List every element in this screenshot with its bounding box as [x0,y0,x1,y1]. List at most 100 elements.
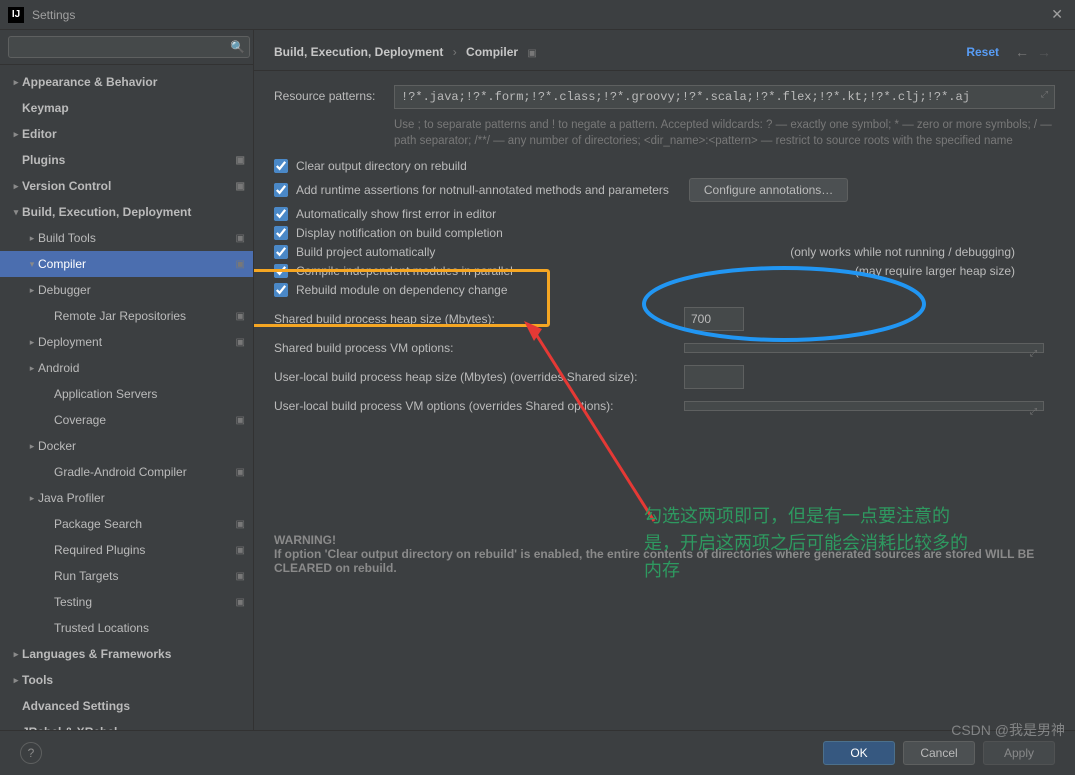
sidebar-item-deployment[interactable]: ▸Deployment▣ [0,329,253,355]
sidebar-item-label: Android [38,361,245,375]
form-area: Resource patterns: !?*.java;!?*.form;!?*… [254,71,1075,730]
sidebar-item-debugger[interactable]: ▸Debugger [0,277,253,303]
compile-parallel-label: Compile independent modules in parallel [296,264,513,278]
user-vm-options-input[interactable]: ⤢ [684,401,1044,411]
sidebar-item-android[interactable]: ▸Android [0,355,253,381]
sidebar-item-label: Run Targets [54,569,236,583]
sidebar-item-label: Coverage [54,413,236,427]
build-automatically-note: (only works while not running / debuggin… [790,245,1015,259]
clear-output-checkbox[interactable] [274,159,288,173]
sidebar-item-label: Build, Execution, Deployment [22,205,245,219]
user-heap-size-input[interactable] [684,365,744,389]
content-panel: Build, Execution, Deployment › Compiler … [254,30,1075,730]
expand-icon[interactable]: ⤢ [1030,406,1037,417]
rebuild-module-checkbox[interactable] [274,283,288,297]
expand-icon[interactable]: ⤢ [1030,348,1037,359]
sidebar-item-package-search[interactable]: Package Search▣ [0,511,253,537]
search-input[interactable] [8,36,250,58]
chevron-icon: ▾ [10,207,22,218]
display-notification-checkbox[interactable] [274,226,288,240]
breadcrumb-part-1: Build, Execution, Deployment [274,45,443,59]
sidebar-item-label: Application Servers [54,387,245,401]
ok-button[interactable]: OK [823,741,895,765]
sidebar-item-label: Testing [54,595,236,609]
sidebar-item-label: Deployment [38,335,236,349]
scope-badge-icon: ▣ [527,48,536,59]
sidebar-item-required-plugins[interactable]: Required Plugins▣ [0,537,253,563]
user-heap-size-label: User-local build process heap size (Mbyt… [274,370,684,384]
clear-output-label: Clear output directory on rebuild [296,159,467,173]
sidebar-item-build-tools[interactable]: ▸Build Tools▣ [0,225,253,251]
vm-options-label: Shared build process VM options: [274,341,684,355]
build-automatically-label: Build project automatically [296,245,435,259]
sidebar-item-tools[interactable]: ▸Tools [0,667,253,693]
sidebar-item-build-execution-deployment[interactable]: ▾Build, Execution, Deployment [0,199,253,225]
runtime-assertions-checkbox[interactable] [274,183,288,197]
display-notification-label: Display notification on build completion [296,226,503,240]
heap-size-input[interactable] [684,307,744,331]
sidebar-item-label: Build Tools [38,231,236,245]
chevron-icon: ▸ [26,233,38,244]
sidebar-item-plugins[interactable]: Plugins▣ [0,147,253,173]
resource-patterns-input[interactable]: !?*.java;!?*.form;!?*.class;!?*.groovy;!… [394,85,1055,109]
sidebar-item-label: Appearance & Behavior [22,75,245,89]
sidebar-item-application-servers[interactable]: Application Servers [0,381,253,407]
sidebar-item-trusted-locations[interactable]: Trusted Locations [0,615,253,641]
resource-help-text: Use ; to separate patterns and ! to nega… [394,117,1055,149]
sidebar-item-compiler[interactable]: ▾Compiler▣ [0,251,253,277]
sidebar-item-gradle-android-compiler[interactable]: Gradle-Android Compiler▣ [0,459,253,485]
apply-button[interactable]: Apply [983,741,1055,765]
sidebar-item-version-control[interactable]: ▸Version Control▣ [0,173,253,199]
sidebar-item-label: Editor [22,127,245,141]
sidebar-item-label: Package Search [54,517,236,531]
configure-annotations-button[interactable]: Configure annotations… [689,178,848,202]
chevron-icon: ▸ [10,77,22,88]
chevron-icon: ▸ [26,285,38,296]
close-icon[interactable]: ✕ [1047,6,1067,23]
scope-badge-icon: ▣ [236,415,245,426]
cancel-button[interactable]: Cancel [903,741,975,765]
forward-icon[interactable]: → [1037,44,1051,60]
sidebar-item-languages-frameworks[interactable]: ▸Languages & Frameworks [0,641,253,667]
sidebar-item-label: Java Profiler [38,491,245,505]
vm-options-input[interactable]: ⤢ [684,343,1044,353]
sidebar-item-editor[interactable]: ▸Editor [0,121,253,147]
chevron-icon: ▸ [10,649,22,660]
sidebar-item-label: JRebel & XRebel [22,725,245,730]
sidebar-item-appearance-behavior[interactable]: ▸Appearance & Behavior [0,69,253,95]
sidebar-item-java-profiler[interactable]: ▸Java Profiler [0,485,253,511]
sidebar-item-remote-jar-repositories[interactable]: Remote Jar Repositories▣ [0,303,253,329]
sidebar-item-keymap[interactable]: Keymap [0,95,253,121]
expand-icon[interactable]: ⤢ [1041,90,1048,100]
sidebar-item-docker[interactable]: ▸Docker [0,433,253,459]
sidebar: 🔍 ▸Appearance & BehaviorKeymap▸EditorPlu… [0,30,254,730]
search-icon: 🔍 [230,40,245,54]
settings-tree: ▸Appearance & BehaviorKeymap▸EditorPlugi… [0,65,253,730]
sidebar-item-testing[interactable]: Testing▣ [0,589,253,615]
sidebar-item-advanced-settings[interactable]: Advanced Settings [0,693,253,719]
sidebar-item-label: Required Plugins [54,543,236,557]
build-automatically-checkbox[interactable] [274,245,288,259]
scope-badge-icon: ▣ [236,467,245,478]
warning-block: WARNING! If option 'Clear output directo… [274,533,1055,575]
scope-badge-icon: ▣ [236,233,245,244]
reset-link[interactable]: Reset [966,45,999,59]
warning-text: If option 'Clear output directory on reb… [274,547,1055,575]
show-first-error-checkbox[interactable] [274,207,288,221]
sidebar-item-run-targets[interactable]: Run Targets▣ [0,563,253,589]
sidebar-item-label: Remote Jar Repositories [54,309,236,323]
sidebar-item-label: Tools [22,673,245,687]
compile-parallel-note: (may require larger heap size) [855,264,1015,278]
scope-badge-icon: ▣ [236,519,245,530]
scope-badge-icon: ▣ [236,337,245,348]
sidebar-item-jrebel-xrebel[interactable]: ▸JRebel & XRebel [0,719,253,730]
sidebar-item-label: Docker [38,439,245,453]
app-icon: IJ [8,7,24,23]
back-icon[interactable]: ← [1015,44,1029,60]
sidebar-item-label: Advanced Settings [22,699,245,713]
help-button[interactable]: ? [20,742,42,764]
heap-size-label: Shared build process heap size (Mbytes): [274,312,684,326]
sidebar-item-coverage[interactable]: Coverage▣ [0,407,253,433]
compile-parallel-checkbox[interactable] [274,264,288,278]
chevron-icon: ▸ [10,675,22,686]
